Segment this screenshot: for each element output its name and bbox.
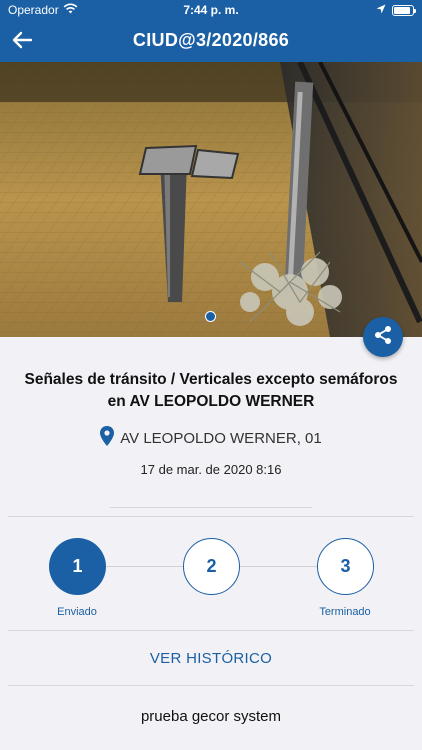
location-arrow-icon bbox=[376, 3, 386, 17]
step-2-circle: 2 bbox=[183, 538, 240, 595]
divider bbox=[8, 516, 414, 517]
incident-photo[interactable] bbox=[0, 62, 422, 337]
incident-photo-image bbox=[0, 62, 422, 337]
step-connector bbox=[106, 566, 183, 567]
share-button[interactable] bbox=[363, 317, 403, 357]
page-title: CIUD@3/2020/866 bbox=[132, 30, 290, 50]
share-icon bbox=[373, 325, 393, 350]
step-1-circle: 1 bbox=[49, 538, 106, 595]
battery-fill bbox=[394, 6, 411, 14]
step-3-circle: 3 bbox=[317, 538, 374, 595]
status-time: 7:44 p. m. bbox=[183, 3, 239, 17]
location-pin-icon bbox=[100, 426, 115, 450]
view-history-link[interactable]: VER HISTÓRICO bbox=[0, 650, 422, 667]
step-connector bbox=[240, 566, 317, 567]
status-right bbox=[376, 3, 416, 17]
page-dot-icon bbox=[205, 311, 216, 322]
divider bbox=[8, 685, 414, 686]
address-text: AV LEOPOLDO WERNER, 01 bbox=[120, 429, 322, 447]
status-steps: 1 2 3 Enviado Terminado bbox=[0, 538, 422, 628]
footer-description: prueba gecor system bbox=[140, 708, 282, 725]
incident-address: AV LEOPOLDO WERNER, 01 bbox=[0, 426, 422, 450]
incident-title: Señales de tránsito / Verticales excepto… bbox=[24, 371, 398, 410]
step-3-label: Terminado bbox=[319, 606, 371, 618]
incident-date: 17 de mar. de 2020 8:16 bbox=[140, 462, 282, 477]
battery-icon bbox=[392, 4, 416, 16]
divider bbox=[8, 630, 414, 631]
app-header: Operador 7:44 p. m. CIUD@3/2020/866 bbox=[0, 0, 422, 62]
nav-bar: CIUD@3/2020/866 bbox=[0, 22, 422, 62]
status-bar: Operador 7:44 p. m. bbox=[0, 0, 422, 22]
divider bbox=[110, 507, 312, 508]
step-1-label: Enviado bbox=[57, 606, 97, 618]
